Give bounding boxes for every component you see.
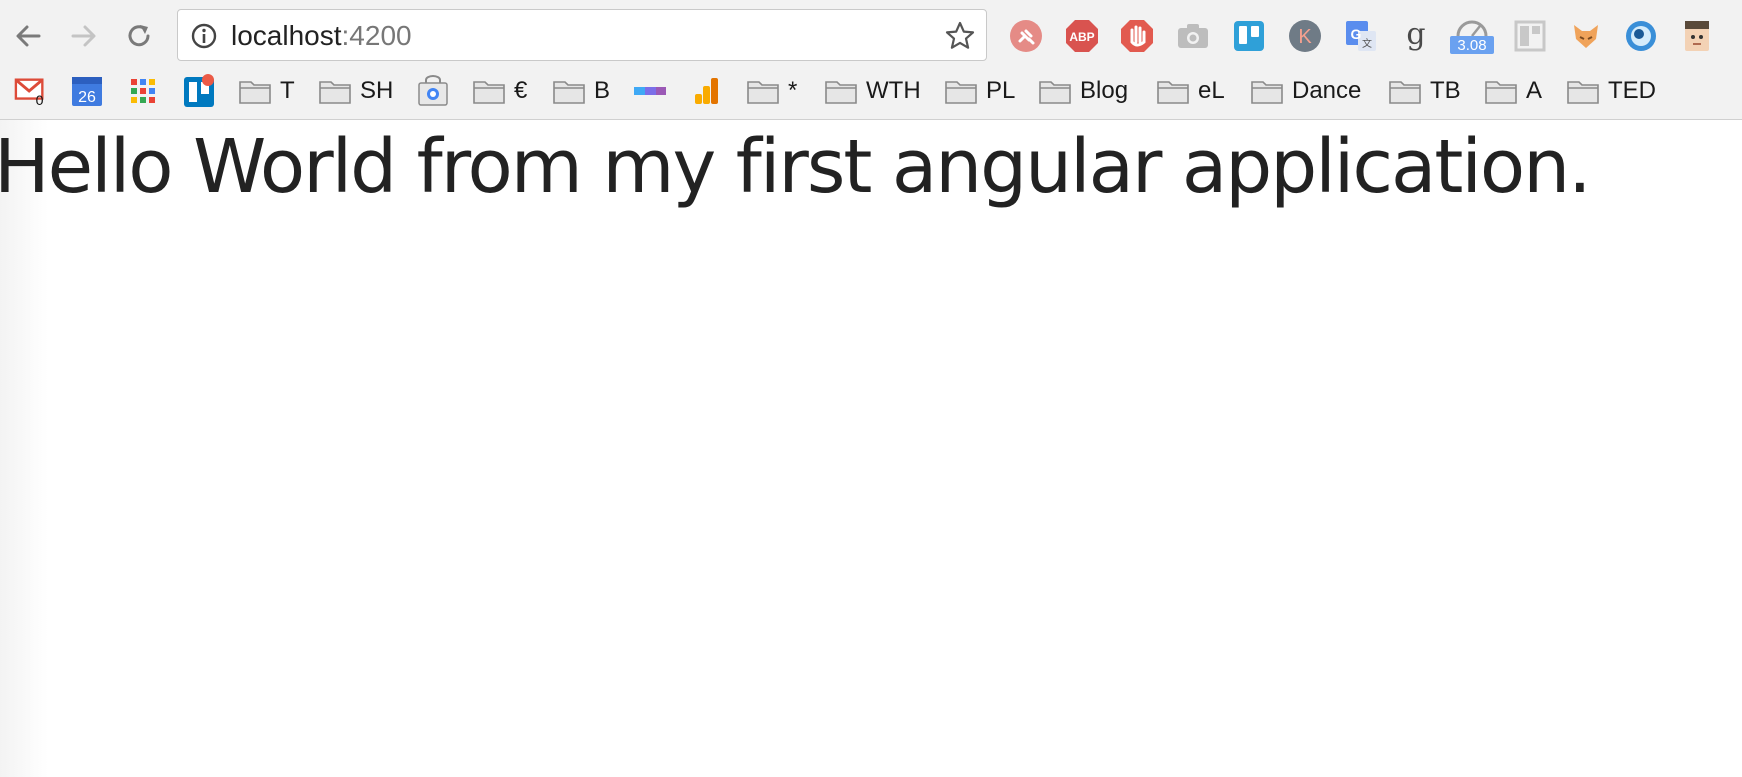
page-edge-shade (0, 120, 48, 777)
page-heading: Hello World from my first angular applic… (0, 124, 1592, 210)
reload-icon (128, 25, 150, 47)
gmail-icon: 0 (14, 76, 48, 107)
calendar-icon: 26 (70, 76, 104, 106)
svg-text:G: G (1351, 26, 1362, 42)
bookmark-webstore[interactable] (416, 72, 450, 110)
bookmark-gmail[interactable]: 0 (14, 72, 48, 110)
bookmark-folder-tb[interactable]: TB (1388, 72, 1461, 110)
page-content: Hello World from my first angular applic… (0, 120, 1742, 777)
bookmark-label: Blog (1080, 77, 1129, 104)
bookmark-folder-wth[interactable]: WTH (824, 72, 921, 110)
bookmark-label: PL (986, 77, 1016, 104)
folder-icon (1388, 76, 1422, 106)
bookmark-folder-star[interactable]: * (746, 72, 797, 110)
forward-arrow-icon (71, 25, 96, 47)
bookmark-label: B (594, 77, 611, 104)
back-arrow-icon (16, 25, 41, 47)
bookmark-folder-sh[interactable]: SH (318, 72, 393, 110)
folder-icon (1484, 76, 1518, 106)
folder-icon (472, 76, 506, 106)
folder-icon (238, 76, 272, 106)
adblock-plus-icon[interactable]: ABP (1064, 17, 1100, 55)
bookmark-folder-euro[interactable]: € (472, 72, 527, 110)
svg-text:文: 文 (1362, 37, 1372, 50)
speed-badge-extension-icon[interactable]: 3.08 (1448, 17, 1496, 55)
folder-icon (824, 76, 858, 106)
folder-icon (1250, 76, 1284, 106)
trello-bookmark-icon (182, 74, 216, 107)
address-bar[interactable]: localhost:4200 (177, 9, 987, 61)
stop-hand-extension-icon[interactable] (1119, 17, 1155, 55)
bookmark-label: TED (1608, 77, 1656, 104)
bookmark-label: T (280, 77, 295, 104)
folder-icon (1038, 76, 1072, 106)
gmail-count: 0 (36, 93, 44, 107)
bookmark-folder-dance[interactable]: Dance (1250, 72, 1361, 110)
abp-label: ABP (1069, 30, 1094, 44)
bookmark-label: A (1526, 77, 1543, 104)
bookmark-folder-el[interactable]: eL (1156, 72, 1225, 110)
bookmark-folder-ted[interactable]: TED (1566, 72, 1656, 110)
folder-icon (746, 76, 780, 106)
google-translate-icon[interactable]: G文 (1343, 17, 1379, 55)
bookmark-folder-pl[interactable]: PL (944, 72, 1015, 110)
reload-button[interactable] (121, 18, 157, 54)
folder-icon (318, 76, 352, 106)
color-bar-icon (633, 76, 667, 106)
bookmark-folder-t[interactable]: T (238, 72, 295, 110)
bookmark-label: TB (1430, 77, 1461, 104)
plug-extension-icon[interactable] (1008, 17, 1044, 55)
folder-icon (1566, 76, 1600, 106)
web-store-icon (416, 75, 450, 106)
back-button[interactable] (10, 18, 46, 54)
g-letter: g (1406, 18, 1425, 52)
star-icon[interactable] (944, 20, 976, 52)
url-text[interactable]: localhost:4200 (231, 19, 412, 53)
bookmark-folder-a[interactable]: A (1484, 72, 1542, 110)
bookmark-colorbar[interactable] (633, 72, 667, 110)
bookmark-label: eL (1198, 77, 1225, 104)
bookmark-label: WTH (866, 77, 921, 104)
bookmark-folder-b[interactable]: B (552, 72, 610, 110)
bookmark-label: SH (360, 77, 394, 104)
folder-icon (552, 76, 586, 106)
folder-icon (944, 76, 978, 106)
bookmark-trello[interactable] (182, 72, 216, 110)
k-avatar-extension-icon[interactable]: K (1287, 17, 1323, 55)
bookmark-analytics[interactable] (689, 72, 723, 110)
browser-chrome: localhost:4200 ABP K G文 g 3.08 0 26 T SH… (0, 0, 1742, 120)
bookmark-label: Dance (1292, 77, 1362, 104)
bookmark-apps[interactable] (126, 72, 160, 110)
calendar-day: 26 (78, 89, 96, 106)
bookmark-folder-blog[interactable]: Blog (1038, 72, 1128, 110)
face-extension-icon[interactable] (1679, 17, 1715, 55)
k-letter: K (1298, 26, 1312, 48)
trello-icon[interactable] (1231, 17, 1267, 55)
info-icon[interactable] (190, 22, 218, 50)
folder-icon (1156, 76, 1190, 106)
bookmark-label: * (788, 77, 798, 104)
panel-layout-extension-icon[interactable] (1512, 17, 1548, 55)
camera-extension-icon[interactable] (1175, 17, 1211, 55)
url-port: :4200 (341, 20, 412, 51)
fox-extension-icon[interactable] (1568, 17, 1604, 55)
grammarly-g-icon[interactable]: g (1398, 17, 1434, 55)
url-host: localhost (231, 20, 342, 51)
badge-value: 3.08 (1457, 37, 1486, 54)
analytics-icon (689, 76, 723, 106)
eye-extension-icon[interactable] (1623, 17, 1659, 55)
bookmark-label: € (514, 77, 528, 104)
apps-grid-icon (126, 76, 160, 106)
bookmark-calendar[interactable]: 26 (70, 72, 104, 110)
forward-button[interactable] (66, 18, 102, 54)
